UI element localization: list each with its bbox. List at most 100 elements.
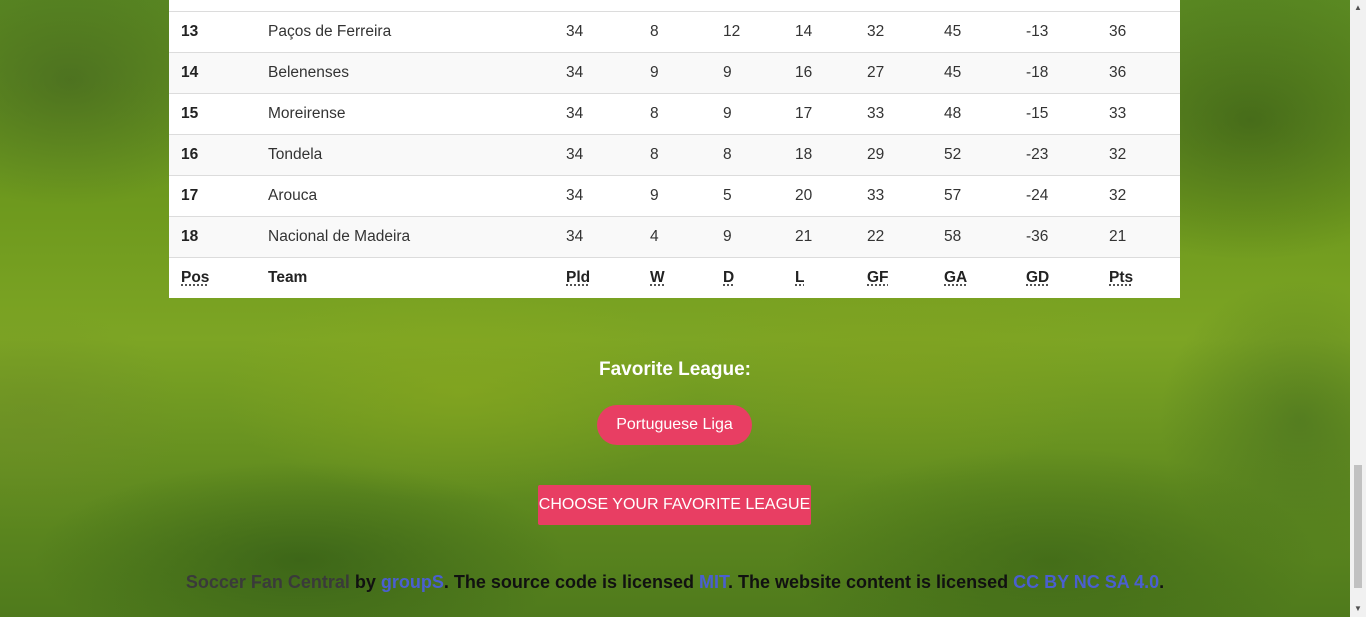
cell-gf: 33 [855, 93, 932, 135]
col-pts-header: Pts [1097, 257, 1180, 298]
cell-gf: 29 [855, 134, 932, 176]
table-row: 13 Paços de Ferreira 34 8 12 14 32 45 -13 36 [169, 11, 1180, 53]
cell-team: Moreirense [256, 93, 554, 135]
cell-pts: 32 [1097, 175, 1180, 217]
cell-pld: 34 [554, 134, 638, 176]
cell-l: 20 [783, 175, 855, 217]
pts-abbr: Pts [1109, 269, 1134, 286]
col-gf-header: GF [855, 257, 932, 298]
cell-pos: 15 [169, 93, 256, 135]
cell-gf: 27 [855, 52, 932, 94]
cell-w: 9 [638, 52, 711, 94]
site-name: Soccer Fan Central [185, 572, 350, 592]
favorite-league-button[interactable]: Portuguese Liga [597, 405, 752, 445]
col-ga-header: GA [932, 257, 1014, 298]
footer-source-text: . The source code is licensed [443, 572, 700, 592]
cell-l: 17 [783, 93, 855, 135]
author-link[interactable]: groupS [381, 572, 444, 592]
site-footer: Soccer Fan Central by groupS. The source… [0, 572, 1350, 593]
col-pos-header: Pos [169, 257, 256, 298]
cell-pts: 36 [1097, 52, 1180, 94]
cell-team: Paços de Ferreira [256, 11, 554, 53]
cell-pos: 18 [169, 216, 256, 258]
table-row: 15 Moreirense 34 8 9 17 33 48 -15 33 [169, 93, 1180, 135]
cell-ga: 45 [932, 11, 1014, 53]
choose-favorite-league-button[interactable]: CHOOSE YOUR FAVORITE LEAGUE [538, 485, 811, 525]
footer-header-row: Pos Team Pld W D L GF GA GD Pts [169, 257, 1180, 298]
cell-l: 18 [783, 134, 855, 176]
cell-w: 8 [638, 11, 711, 53]
footer-content-text: . The website content is licensed [728, 572, 1014, 592]
vertical-scrollbar[interactable]: ▲ ▼ [1350, 0, 1366, 617]
table-row-partial [169, 0, 1180, 12]
cell-pos: 17 [169, 175, 256, 217]
pos-abbr: Pos [181, 269, 210, 286]
favorite-league-title: Favorite League: [598, 359, 752, 380]
cell-team: Nacional de Madeira [256, 216, 554, 258]
mit-license-link[interactable]: MIT [699, 572, 728, 592]
cell-w: 9 [638, 175, 711, 217]
scroll-up-arrow-icon[interactable]: ▲ [1350, 0, 1366, 16]
scroll-down-arrow-icon[interactable]: ▼ [1350, 601, 1366, 617]
standings-table: 13 Paços de Ferreira 34 8 12 14 32 45 -13 36 14 Bel… [169, 0, 1180, 298]
cell-w: 4 [638, 216, 711, 258]
cell-pts: 21 [1097, 216, 1180, 258]
footer-end: . [1159, 572, 1165, 592]
cell-gd: -13 [1014, 11, 1097, 53]
cell-pts: 36 [1097, 11, 1180, 53]
col-l-header: L [783, 257, 855, 298]
cell-team: Tondela [256, 134, 554, 176]
cell-gd: -23 [1014, 134, 1097, 176]
cell-pos: 14 [169, 52, 256, 94]
col-d-header: D [711, 257, 783, 298]
cell-ga: 57 [932, 175, 1014, 217]
cell-pld: 34 [554, 93, 638, 135]
cell-team: Belenenses [256, 52, 554, 94]
cell-d: 9 [711, 216, 783, 258]
table-row: 14 Belenenses 34 9 9 16 27 45 -18 36 [169, 52, 1180, 94]
cell-pld: 34 [554, 52, 638, 94]
col-gd-header: GD [1014, 257, 1097, 298]
l-abbr: L [795, 269, 805, 286]
pld-abbr: Pld [566, 269, 591, 286]
d-abbr: D [723, 269, 735, 286]
standings-body: 13 Paços de Ferreira 34 8 12 14 32 45 -13 36 14 Bel… [169, 0, 1180, 258]
page-content: 13 Paços de Ferreira 34 8 12 14 32 45 -13 36 14 Bel… [0, 0, 1350, 617]
cell-ga: 48 [932, 93, 1014, 135]
col-team-header: Team [256, 257, 554, 298]
table-row: 17 Arouca 34 9 5 20 33 57 -24 32 [169, 175, 1180, 217]
cell-d: 9 [711, 93, 783, 135]
gf-abbr: GF [867, 269, 889, 286]
ga-abbr: GA [944, 269, 968, 286]
cell-pld: 34 [554, 175, 638, 217]
cell-gf: 32 [855, 11, 932, 53]
cell-d: 8 [711, 134, 783, 176]
cell-pos: 13 [169, 11, 256, 53]
cell-d: 12 [711, 11, 783, 53]
cell-l: 16 [783, 52, 855, 94]
cell-gd: -24 [1014, 175, 1097, 217]
cell-ga: 58 [932, 216, 1014, 258]
cell-ga: 52 [932, 134, 1014, 176]
cell-pos: 16 [169, 134, 256, 176]
cell-w: 8 [638, 93, 711, 135]
cell-gd: -36 [1014, 216, 1097, 258]
table-row: 16 Tondela 34 8 8 18 29 52 -23 32 [169, 134, 1180, 176]
cell-l: 14 [783, 11, 855, 53]
scrollbar-thumb[interactable] [1354, 465, 1362, 588]
cell-l: 21 [783, 216, 855, 258]
gd-abbr: GD [1026, 269, 1050, 286]
cell-gd: -18 [1014, 52, 1097, 94]
cell-gf: 33 [855, 175, 932, 217]
cell-gf: 22 [855, 216, 932, 258]
footer-by-text: by [349, 572, 381, 592]
w-abbr: W [650, 269, 665, 286]
col-w-header: W [638, 257, 711, 298]
cc-license-link[interactable]: CC BY NC SA 4.0 [1013, 572, 1159, 592]
cell-d: 9 [711, 52, 783, 94]
cell-team: Arouca [256, 175, 554, 217]
cell-ga: 45 [932, 52, 1014, 94]
cell-pts: 33 [1097, 93, 1180, 135]
cell-gd: -15 [1014, 93, 1097, 135]
cell-pld: 34 [554, 216, 638, 258]
